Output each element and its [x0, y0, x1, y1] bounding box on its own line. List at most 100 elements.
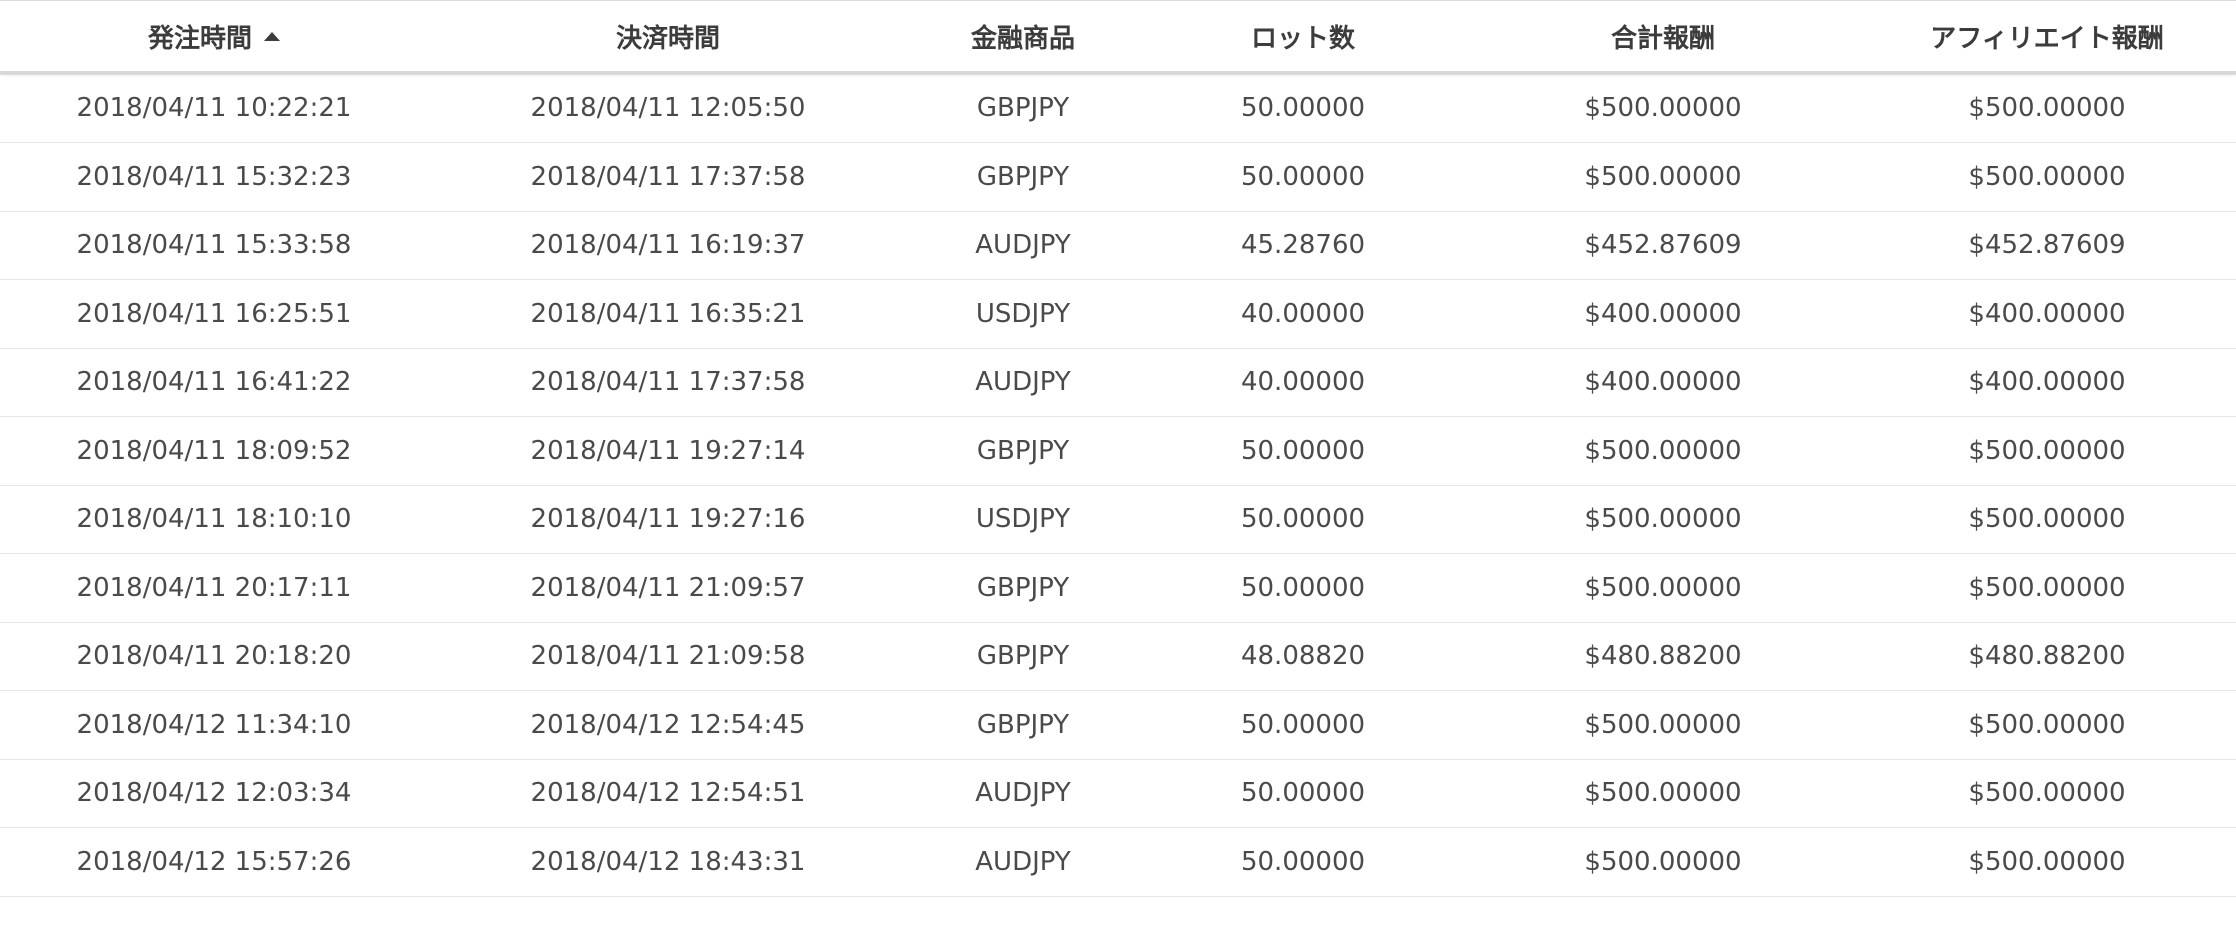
column-header-label: 決済時間 — [615, 23, 720, 54]
affiliate-reward-cell: $400.00000 — [1968, 367, 2126, 398]
affiliate-reward-cell: $500.00000 — [1968, 846, 2126, 877]
affiliate-reward-cell: $500.00000 — [1968, 572, 2126, 603]
table-body: 2018/04/10 09:28:252018/04/11 09:40:55AU… — [0, 6, 2236, 897]
lots-cell: 50.00000 — [1240, 572, 1366, 603]
total-reward-cell: $500.00000 — [1584, 572, 1742, 603]
table-row: 2018/04/11 10:22:21 2018/04/11 12:05:50 GB… — [0, 75, 2236, 143]
instrument-cell: AUDJPY — [975, 778, 1071, 809]
lots-cell: 50.00000 — [1240, 709, 1366, 740]
total-reward-cell: $500.00000 — [1584, 846, 1742, 877]
total-reward-cell: $500.00000 — [1584, 709, 1742, 740]
order-time-cell: 2018/04/11 18:10:10 — [76, 504, 352, 535]
lots-cell: 50.00000 — [1240, 161, 1366, 192]
order-time-cell: 2018/04/12 12:03:34 — [76, 778, 352, 809]
table-row: 2018/04/11 20:17:11 2018/04/11 21:09:57 GB… — [0, 554, 2236, 623]
total-reward-cell: $400.00000 — [1584, 298, 1742, 329]
instrument-cell: AUDJPY — [975, 367, 1071, 398]
total-reward-cell: $480.88200 — [1584, 641, 1742, 672]
column-header-label: ロット数 — [1250, 23, 1355, 54]
order-time-cell: 2018/04/12 15:57:26 — [76, 846, 352, 877]
column-header-label: 金融商品 — [970, 23, 1075, 54]
instrument-cell: GBPJPY — [976, 709, 1070, 740]
lots-cell: 50.00000 — [1240, 93, 1366, 124]
settlement-time-cell: 2018/04/11 21:09:57 — [530, 572, 806, 603]
instrument-cell: GBPJPY — [976, 93, 1070, 124]
affiliate-reward-cell: $480.88200 — [1968, 641, 2126, 672]
instrument-cell: GBPJPY — [976, 572, 1070, 603]
settlement-time-cell: 2018/04/12 12:54:45 — [530, 709, 806, 740]
settlement-time-cell: 2018/04/12 12:54:51 — [530, 778, 806, 809]
lots-cell: 50.00000 — [1240, 435, 1366, 466]
settlement-time-cell: 2018/04/11 12:05:50 — [530, 93, 806, 124]
trade-history-table: 発注時間 決済時間 金融商品 ロット数 合計報酬 アフィリエイト報酬 2018/… — [0, 0, 2236, 934]
lots-cell: 45.28760 — [1240, 230, 1366, 261]
affiliate-reward-cell: $500.00000 — [1968, 504, 2126, 535]
order-time-cell: 2018/04/11 18:09:52 — [76, 435, 352, 466]
table-row: 2018/04/12 15:57:26 2018/04/12 18:43:31 AU… — [0, 828, 2236, 897]
column-header-total-reward[interactable]: 合計報酬 — [1468, 18, 1858, 55]
instrument-cell: AUDJPY — [975, 230, 1071, 261]
table-header: 発注時間 決済時間 金融商品 ロット数 合計報酬 アフィリエイト報酬 — [0, 0, 2236, 74]
affiliate-reward-cell: $452.87609 — [1968, 230, 2126, 261]
table-row: 2018/04/11 15:32:23 2018/04/11 17:37:58 GB… — [0, 143, 2236, 212]
total-reward-cell: $500.00000 — [1584, 435, 1742, 466]
affiliate-reward-cell: $500.00000 — [1968, 161, 2126, 192]
table-row: 2018/04/11 16:41:22 2018/04/11 17:37:58 AU… — [0, 349, 2236, 417]
order-time-cell: 2018/04/11 15:32:23 — [76, 161, 352, 192]
affiliate-reward-cell: $500.00000 — [1968, 709, 2126, 740]
settlement-time-cell: 2018/04/11 16:35:21 — [530, 298, 806, 329]
total-reward-cell: $452.87609 — [1584, 230, 1742, 261]
table-row: 2018/04/12 12:03:34 2018/04/12 12:54:51 AU… — [0, 760, 2236, 828]
column-header-label: 発注時間 — [147, 23, 252, 54]
table-row: 2018/04/11 20:18:20 2018/04/11 21:09:58 GB… — [0, 623, 2236, 691]
lots-cell: 40.00000 — [1240, 298, 1366, 329]
order-time-cell: 2018/04/11 15:33:58 — [76, 230, 352, 261]
settlement-time-cell: 2018/04/11 21:09:58 — [530, 641, 806, 672]
order-time-cell: 2018/04/12 11:34:10 — [76, 709, 352, 740]
lots-cell: 48.08820 — [1240, 641, 1366, 672]
affiliate-reward-cell: $500.00000 — [1968, 93, 2126, 124]
settlement-time-cell: 2018/04/11 16:19:37 — [530, 230, 806, 261]
column-header-label: アフィリエイト報酬 — [1930, 23, 2164, 54]
affiliate-reward-cell: $500.00000 — [1968, 778, 2126, 809]
settlement-time-cell: 2018/04/11 17:37:58 — [530, 367, 806, 398]
order-time-cell: 2018/04/11 16:41:22 — [76, 367, 352, 398]
table-row: 2018/04/11 15:33:58 2018/04/11 16:19:37 AU… — [0, 212, 2236, 280]
lots-cell: 50.00000 — [1240, 846, 1366, 877]
lots-cell: 50.00000 — [1240, 504, 1366, 535]
column-header-label: 合計報酬 — [1610, 23, 1715, 54]
column-header-lots[interactable]: ロット数 — [1138, 18, 1468, 55]
column-header-settlement-time[interactable]: 決済時間 — [428, 18, 908, 55]
table-row: 2018/04/11 18:10:10 2018/04/11 19:27:16 US… — [0, 486, 2236, 554]
settlement-time-cell: 2018/04/11 19:27:14 — [530, 435, 806, 466]
order-time-cell: 2018/04/11 10:22:21 — [76, 93, 352, 124]
affiliate-reward-cell: $400.00000 — [1968, 298, 2126, 329]
order-time-cell: 2018/04/11 16:25:51 — [76, 298, 352, 329]
table-row: 2018/04/12 11:34:10 2018/04/12 12:54:45 GB… — [0, 691, 2236, 760]
instrument-cell: USDJPY — [975, 298, 1071, 329]
instrument-cell: GBPJPY — [976, 641, 1070, 672]
lots-cell: 40.00000 — [1240, 367, 1366, 398]
total-reward-cell: $500.00000 — [1584, 504, 1742, 535]
instrument-cell: GBPJPY — [976, 435, 1070, 466]
table-row: 2018/04/11 18:09:52 2018/04/11 19:27:14 GB… — [0, 417, 2236, 486]
affiliate-reward-cell: $500.00000 — [1968, 435, 2126, 466]
settlement-time-cell: 2018/04/11 17:37:58 — [530, 161, 806, 192]
settlement-time-cell: 2018/04/12 18:43:31 — [530, 846, 806, 877]
total-reward-cell: $500.00000 — [1584, 161, 1742, 192]
settlement-time-cell: 2018/04/11 19:27:16 — [530, 504, 806, 535]
column-header-instrument[interactable]: 金融商品 — [908, 18, 1138, 55]
column-header-affiliate-reward[interactable]: アフィリエイト報酬 — [1858, 18, 2236, 55]
order-time-cell: 2018/04/11 20:18:20 — [76, 641, 352, 672]
total-reward-cell: $500.00000 — [1584, 778, 1742, 809]
lots-cell: 50.00000 — [1240, 778, 1366, 809]
order-time-cell: 2018/04/11 20:17:11 — [76, 572, 352, 603]
table-row: 2018/04/11 16:25:51 2018/04/11 16:35:21 US… — [0, 280, 2236, 349]
total-reward-cell: $500.00000 — [1584, 93, 1742, 124]
instrument-cell: USDJPY — [975, 504, 1071, 535]
sort-ascending-icon[interactable] — [264, 31, 280, 41]
instrument-cell: AUDJPY — [975, 846, 1071, 877]
column-header-order-time[interactable]: 発注時間 — [0, 18, 428, 55]
instrument-cell: GBPJPY — [976, 161, 1070, 192]
total-reward-cell: $400.00000 — [1584, 367, 1742, 398]
